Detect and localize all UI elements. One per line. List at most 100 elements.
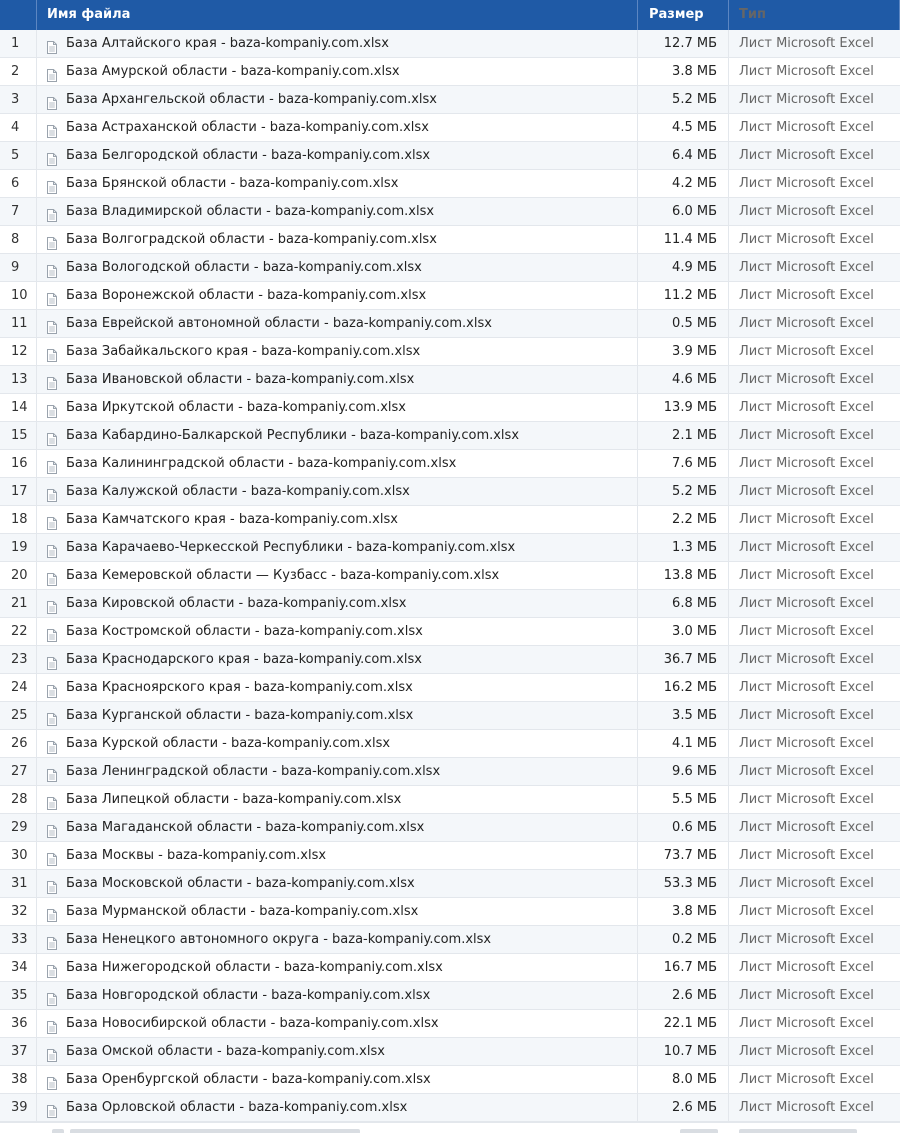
table-row[interactable]: 2 База Амурской области - baza-kompaniy.c… [0,58,900,86]
table-row[interactable]: 31 База Московской области - baza-kompani… [0,870,900,898]
table-row[interactable]: 9 База Вологодской области - baza-kompani… [0,254,900,282]
table-row[interactable]: 3 База Архангельской области - baza-kompa… [0,86,900,114]
file-name[interactable]: База Калининградской области - baza-komp… [66,450,456,477]
table-row[interactable]: 5 База Белгородской области - baza-kompan… [0,142,900,170]
file-name-cell[interactable]: База Кировской области - baza-kompaniy.c… [37,590,638,617]
file-name-cell[interactable]: База Владимирской области - baza-kompani… [37,198,638,225]
file-name-cell[interactable]: База Ненецкого автономного округа - baza… [37,926,638,953]
file-name[interactable]: База Омской области - baza-kompaniy.com.… [66,1038,385,1065]
file-name[interactable]: База Алтайского края - baza-kompaniy.com… [66,30,389,57]
file-name-cell[interactable]: База Амурской области - baza-kompaniy.co… [37,58,638,85]
table-row[interactable]: 4 База Астраханской области - baza-kompan… [0,114,900,142]
table-row[interactable]: 27 База Ленинградской области - baza-komp… [0,758,900,786]
table-row[interactable]: 11 База Еврейской автономной области - ba… [0,310,900,338]
file-name-cell[interactable]: База Камчатского края - baza-kompaniy.co… [37,506,638,533]
file-name-cell[interactable]: База Еврейской автономной области - baza… [37,310,638,337]
file-name[interactable]: База Астраханской области - baza-kompani… [66,114,429,141]
file-name-cell[interactable]: База Красноярского края - baza-kompaniy.… [37,674,638,701]
file-name[interactable]: База Оренбургской области - baza-kompani… [66,1066,431,1093]
table-row[interactable]: 35 База Новгородской области - baza-kompa… [0,982,900,1010]
file-name[interactable]: База Владимирской области - baza-kompani… [66,198,434,225]
table-row[interactable]: 29 База Магаданской области - baza-kompan… [0,814,900,842]
file-name[interactable]: База Еврейской автономной области - baza… [66,310,492,337]
file-name-cell[interactable]: База Калужской области - baza-kompaniy.c… [37,478,638,505]
file-name-cell[interactable]: База Оренбургской области - baza-kompani… [37,1066,638,1093]
file-name-cell[interactable]: База Москвы - baza-kompaniy.com.xlsx [37,842,638,869]
file-name[interactable]: База Кемеровской области — Кузбасс - baz… [66,562,499,589]
table-row[interactable]: 32 База Мурманской области - baza-kompani… [0,898,900,926]
file-name[interactable]: База Амурской области - baza-kompaniy.co… [66,58,400,85]
file-name[interactable]: База Курской области - baza-kompaniy.com… [66,730,390,757]
table-row[interactable]: 10 База Воронежской области - baza-kompan… [0,282,900,310]
file-name-cell[interactable]: База Белгородской области - baza-kompani… [37,142,638,169]
file-name-cell[interactable]: База Вологодской области - baza-kompaniy… [37,254,638,281]
table-row[interactable]: 20 База Кемеровской области — Кузбасс - b… [0,562,900,590]
table-row[interactable]: 34 База Нижегородской области - baza-komp… [0,954,900,982]
file-name[interactable]: База Липецкой области - baza-kompaniy.co… [66,786,401,813]
file-name-cell[interactable]: База Магаданской области - baza-kompaniy… [37,814,638,841]
file-name[interactable]: База Карачаево-Черкесской Республики - b… [66,534,515,561]
file-name-cell[interactable]: База Омской области - baza-kompaniy.com.… [37,1038,638,1065]
file-name[interactable]: База Иркутской области - baza-kompaniy.c… [66,394,406,421]
file-name-cell[interactable]: База Орловской области - baza-kompaniy.c… [37,1094,638,1121]
table-row[interactable]: 39 База Орловской области - baza-kompaniy… [0,1094,900,1122]
file-name[interactable]: База Вологодской области - baza-kompaniy… [66,254,422,281]
file-name-cell[interactable]: База Калининградской области - baza-komp… [37,450,638,477]
table-row[interactable]: 18 База Камчатского края - baza-kompaniy.… [0,506,900,534]
file-name-cell[interactable]: База Костромской области - baza-kompaniy… [37,618,638,645]
file-name[interactable]: База Брянской области - baza-kompaniy.co… [66,170,398,197]
file-name-cell[interactable]: База Забайкальского края - baza-kompaniy… [37,338,638,365]
table-row[interactable]: 23 База Краснодарского края - baza-kompan… [0,646,900,674]
table-row[interactable]: 36 База Новосибирской области - baza-komp… [0,1010,900,1038]
file-name[interactable]: База Ивановской области - baza-kompaniy.… [66,366,414,393]
file-name[interactable]: База Мурманской области - baza-kompaniy.… [66,898,418,925]
file-name[interactable]: База Москвы - baza-kompaniy.com.xlsx [66,842,326,869]
file-name-cell[interactable]: База Ленинградской области - baza-kompan… [37,758,638,785]
file-name[interactable]: База Забайкальского края - baza-kompaniy… [66,338,420,365]
file-name[interactable]: База Ленинградской области - baza-kompan… [66,758,440,785]
file-name[interactable]: База Ненецкого автономного округа - baza… [66,926,491,953]
table-row[interactable]: 1 База Алтайского края - baza-kompaniy.co… [0,30,900,58]
file-name-cell[interactable]: База Новгородской области - baza-kompani… [37,982,638,1009]
table-row[interactable]: 33 База Ненецкого автономного округа - ba… [0,926,900,954]
table-row[interactable]: 16 База Калининградской области - baza-ko… [0,450,900,478]
file-name[interactable]: База Волгоградской области - baza-kompan… [66,226,437,253]
file-name-cell[interactable]: База Карачаево-Черкесской Республики - b… [37,534,638,561]
header-file-name[interactable]: Имя файла [37,0,638,30]
file-name-cell[interactable]: База Кемеровской области — Кузбасс - baz… [37,562,638,589]
file-name-cell[interactable]: База Мурманской области - baza-kompaniy.… [37,898,638,925]
file-name[interactable]: База Краснодарского края - baza-kompaniy… [66,646,422,673]
file-name-cell[interactable]: База Липецкой области - baza-kompaniy.co… [37,786,638,813]
table-row[interactable]: 12 База Забайкальского края - baza-kompan… [0,338,900,366]
table-row[interactable]: 19 База Карачаево-Черкесской Республики -… [0,534,900,562]
file-name[interactable]: База Калужской области - baza-kompaniy.c… [66,478,410,505]
file-name[interactable]: База Кировской области - baza-kompaniy.c… [66,590,406,617]
table-row[interactable]: 15 База Кабардино-Балкарской Республики -… [0,422,900,450]
table-row[interactable]: 17 База Калужской области - baza-kompaniy… [0,478,900,506]
table-row[interactable]: 6 База Брянской области - baza-kompaniy.c… [0,170,900,198]
file-name[interactable]: База Архангельской области - baza-kompan… [66,86,437,113]
file-name[interactable]: База Орловской области - baza-kompaniy.c… [66,1094,407,1121]
file-name[interactable]: База Магаданской области - baza-kompaniy… [66,814,424,841]
table-row[interactable]: 22 База Костромской области - baza-kompan… [0,618,900,646]
file-name[interactable]: База Кабардино-Балкарской Республики - b… [66,422,519,449]
table-row[interactable]: 38 База Оренбургской области - baza-kompa… [0,1066,900,1094]
table-row[interactable]: 26 База Курской области - baza-kompaniy.c… [0,730,900,758]
file-name-cell[interactable]: База Кабардино-Балкарской Республики - b… [37,422,638,449]
header-type[interactable]: Тип [729,0,900,30]
table-row[interactable]: 37 База Омской области - baza-kompaniy.co… [0,1038,900,1066]
file-name-cell[interactable]: База Воронежской области - baza-kompaniy… [37,282,638,309]
file-name-cell[interactable]: База Иркутской области - baza-kompaniy.c… [37,394,638,421]
file-name-cell[interactable]: База Алтайского края - baza-kompaniy.com… [37,30,638,57]
file-name[interactable]: База Курганской области - baza-kompaniy.… [66,702,413,729]
file-name-cell[interactable]: База Московской области - baza-kompaniy.… [37,870,638,897]
file-name-cell[interactable]: База Краснодарского края - baza-kompaniy… [37,646,638,673]
file-name-cell[interactable]: База Астраханской области - baza-kompani… [37,114,638,141]
header-size[interactable]: Размер [638,0,729,30]
table-row[interactable]: 8 База Волгоградской области - baza-kompa… [0,226,900,254]
file-name-cell[interactable]: База Брянской области - baza-kompaniy.co… [37,170,638,197]
file-name[interactable]: База Костромской области - baza-kompaniy… [66,618,423,645]
file-name[interactable]: База Новгородской области - baza-kompani… [66,982,430,1009]
file-name[interactable]: База Нижегородской области - baza-kompan… [66,954,443,981]
table-row[interactable]: 13 База Ивановской области - baza-kompani… [0,366,900,394]
